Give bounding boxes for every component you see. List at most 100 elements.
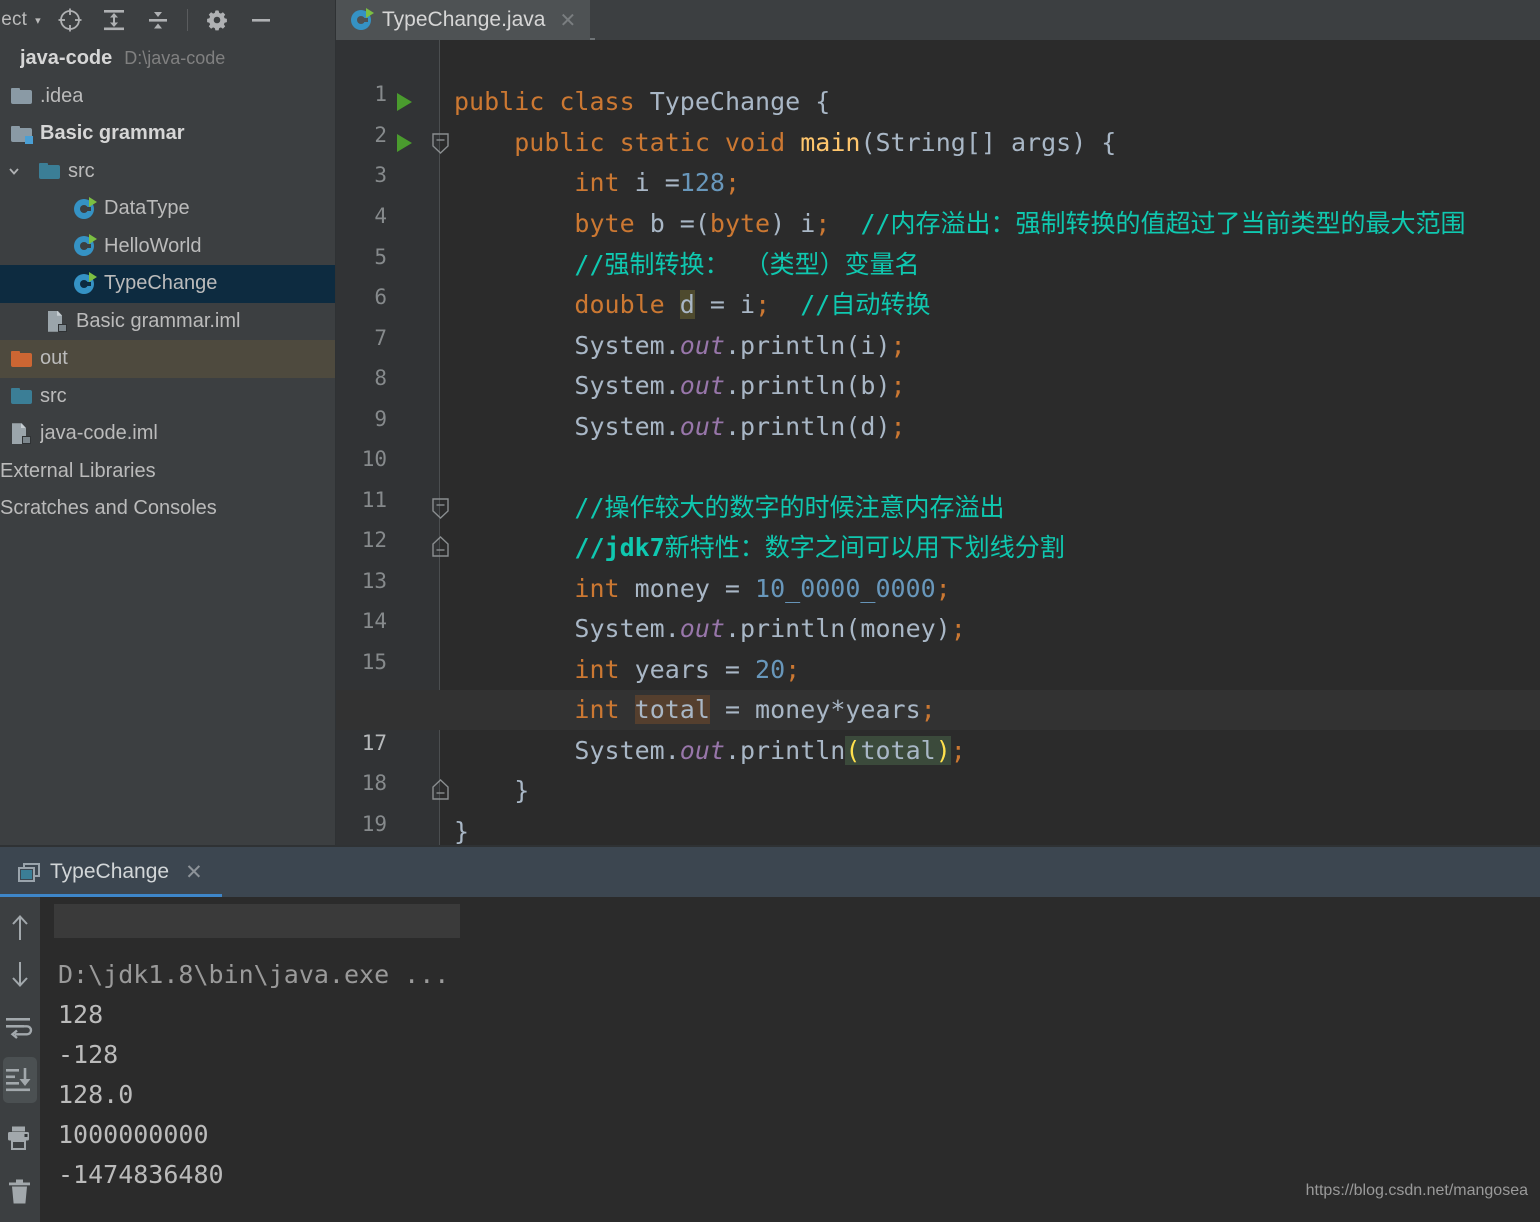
- code-line-7[interactable]: System.out.println(i);: [440, 326, 1540, 366]
- folder-teal-icon: [36, 163, 62, 180]
- tree-item-idea[interactable]: .idea: [0, 78, 335, 116]
- code-line-15[interactable]: int years = 20;: [440, 650, 1540, 690]
- tree-item-helloworld[interactable]: HelloWorld: [0, 228, 335, 266]
- console-line-2: -128: [58, 1040, 119, 1069]
- down-arrow-icon[interactable]: [3, 951, 37, 997]
- tree-item-label: DataType: [104, 197, 190, 220]
- command-line-highlight: [54, 904, 460, 938]
- minimize-icon[interactable]: [246, 5, 276, 35]
- editor-tab-strip: TypeChange.java ✕: [335, 0, 1540, 40]
- scroll-to-end-icon[interactable]: [3, 1057, 37, 1103]
- iml-file-icon: [44, 310, 70, 332]
- console-line-5: -1474836480: [58, 1160, 224, 1189]
- code-line-2[interactable]: public static void main(String[] args) {: [440, 123, 1540, 163]
- expand-all-icon[interactable]: [99, 5, 129, 35]
- console-tab-label: TypeChange: [50, 860, 170, 883]
- project-tree[interactable]: java-code D:\java-code .idea Basic gramm…: [0, 40, 335, 847]
- line-number-11: 11: [361, 488, 387, 512]
- tree-item-datatype[interactable]: DataType: [0, 190, 335, 228]
- code-line-6[interactable]: double d = i; //自动转换: [440, 285, 1540, 325]
- tree-item-label: Basic grammar.iml: [76, 309, 241, 332]
- java-class-icon: [72, 271, 98, 295]
- console-line-3: 128.0: [58, 1080, 134, 1109]
- soft-wrap-icon[interactable]: [3, 1005, 37, 1051]
- tree-item-label: .idea: [40, 84, 84, 107]
- line-number-10: 10: [361, 447, 387, 471]
- code-line-13[interactable]: int money = 10_0000_0000;: [440, 569, 1540, 609]
- line-number-4: 4: [374, 204, 387, 228]
- close-icon[interactable]: ✕: [559, 8, 576, 33]
- line-number-12: 12: [361, 528, 387, 552]
- console-output[interactable]: D:\jdk1.8\bin\java.exe ... 128 -128 128.…: [40, 897, 1540, 1222]
- code-line-16[interactable]: int total = money*years;: [440, 690, 1540, 730]
- line-number-6: 6: [374, 285, 387, 309]
- chevron-down-icon[interactable]: [4, 164, 24, 178]
- module-folder-icon: [8, 125, 34, 144]
- collapse-all-icon[interactable]: [143, 5, 173, 35]
- line-number-7: 7: [374, 326, 387, 350]
- code-line-12[interactable]: //jdk7新特性：数字之间可以用下划线分割: [440, 528, 1540, 568]
- close-icon[interactable]: ✕: [185, 860, 203, 885]
- tree-item-label: java-code.iml: [40, 422, 158, 445]
- tree-item-label: out: [40, 347, 68, 370]
- project-panel-title[interactable]: oject: [0, 9, 27, 31]
- code-editor[interactable]: 1234567891011121314151617181920: [335, 40, 1540, 847]
- console-window-icon: [18, 862, 40, 882]
- tree-item-src-expanded[interactable]: src: [0, 153, 335, 191]
- folder-teal-icon: [8, 388, 34, 405]
- tree-item-label: Scratches and Consoles: [0, 497, 217, 520]
- code-line-5[interactable]: //强制转换： （类型）变量名: [440, 245, 1540, 285]
- tree-item-label: External Libraries: [0, 459, 156, 482]
- settings-gear-icon[interactable]: [202, 5, 232, 35]
- tree-item-label: Basic grammar: [40, 122, 185, 145]
- sidebar-editor-divider[interactable]: [335, 0, 336, 847]
- tree-item-label: HelloWorld: [104, 234, 202, 257]
- locate-icon[interactable]: [55, 5, 85, 35]
- run-class-icon[interactable]: [397, 93, 412, 111]
- chevron-down-icon[interactable]: ▾: [35, 14, 41, 27]
- line-number-13: 13: [361, 569, 387, 593]
- code-line-17[interactable]: System.out.println(total);: [440, 731, 1540, 771]
- code-line-9[interactable]: System.out.println(d);: [440, 407, 1540, 447]
- run-console-panel: TypeChange ✕ D:\jdk1.8\bin\java.exe ... …: [0, 847, 1540, 1222]
- console-tab-typechange[interactable]: TypeChange ✕: [0, 847, 219, 897]
- tree-item-label: src: [68, 159, 95, 182]
- iml-file-icon: [8, 423, 34, 445]
- code-line-1[interactable]: public class TypeChange {: [440, 82, 1540, 122]
- code-line-3[interactable]: int i =128;: [440, 163, 1540, 203]
- line-number-3: 3: [374, 163, 387, 187]
- run-method-icon[interactable]: [397, 134, 412, 152]
- code-line-18[interactable]: }: [440, 771, 1540, 811]
- up-arrow-icon[interactable]: [3, 905, 37, 951]
- tree-item-label: TypeChange: [104, 272, 218, 295]
- tree-item-java-code-iml[interactable]: java-code.iml: [0, 415, 335, 453]
- tree-item-java-code[interactable]: java-code D:\java-code: [0, 40, 335, 78]
- tree-item-src[interactable]: src: [0, 378, 335, 416]
- tree-item-basic-grammar[interactable]: Basic grammar: [0, 115, 335, 153]
- trash-icon[interactable]: [3, 1169, 37, 1215]
- project-toolbar: oject ▾: [0, 0, 335, 40]
- tree-item-path: D:\java-code: [124, 48, 226, 69]
- tree-item-scratches-and-consoles[interactable]: Scratches and Consoles: [0, 490, 335, 528]
- tree-item-external-libraries[interactable]: External Libraries: [0, 453, 335, 491]
- code-text-area[interactable]: public class TypeChange { public static …: [335, 40, 1540, 847]
- watermark: https://blog.csdn.net/mangosea: [1305, 1182, 1528, 1199]
- tree-item-basic-grammar-iml[interactable]: Basic grammar.iml: [0, 303, 335, 341]
- print-icon[interactable]: [3, 1115, 37, 1161]
- code-line-8[interactable]: System.out.println(b);: [440, 366, 1540, 406]
- code-line-11[interactable]: //操作较大的数字的时候注意内存溢出: [440, 488, 1540, 528]
- line-number-2: 2: [374, 123, 387, 147]
- line-number-8: 8: [374, 366, 387, 390]
- folder-orange-icon: [8, 350, 34, 367]
- folder-gray-icon: [8, 88, 34, 105]
- console-toolbar: [0, 897, 40, 1222]
- java-class-icon: [351, 8, 374, 31]
- code-line-19[interactable]: }: [440, 812, 1540, 847]
- console-line-1: 128: [58, 1000, 104, 1029]
- code-line-10[interactable]: [440, 447, 1540, 487]
- tab-typechange-java[interactable]: TypeChange.java ✕: [335, 0, 591, 40]
- tree-item-out[interactable]: out: [0, 340, 335, 378]
- tree-item-typechange[interactable]: TypeChange: [0, 265, 335, 303]
- code-line-4[interactable]: byte b =(byte) i; //内存溢出：强制转换的值超过了当前类型的最…: [440, 204, 1540, 244]
- code-line-14[interactable]: System.out.println(money);: [440, 609, 1540, 649]
